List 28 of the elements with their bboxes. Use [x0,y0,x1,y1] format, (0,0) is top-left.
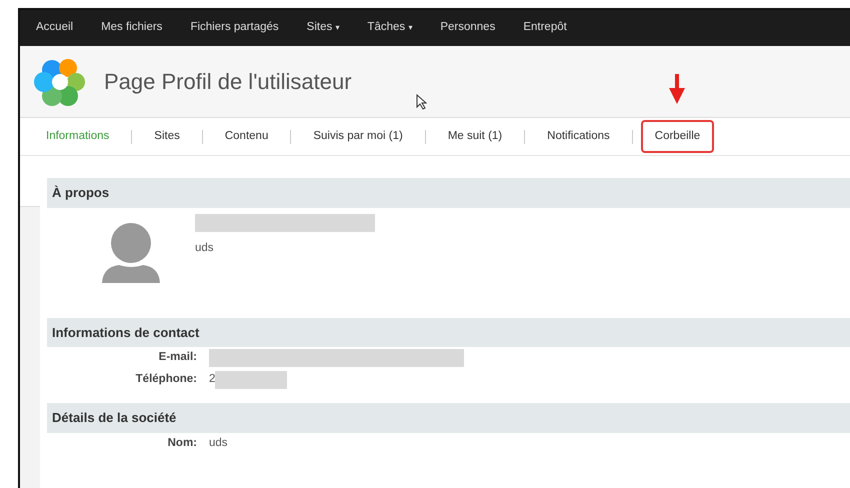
tab[interactable]: Contenu [210,120,282,154]
field-label: E-mail: [158,350,197,366]
nav-link[interactable]: Sites ▾ [306,19,340,37]
tab[interactable]: Informations [32,120,124,154]
field-value: uds [209,436,228,451]
nav-link[interactable]: Tâches ▾ [367,19,412,37]
username: uds [195,240,215,256]
nav-link[interactable]: Entrepôt [523,19,567,37]
section-heading: Informations de contact [47,318,850,347]
section-heading: À propos [47,178,850,208]
nav-link[interactable]: Personnes [440,19,496,37]
tab[interactable]: Sites [140,120,194,154]
nav-link[interactable]: Fichiers partagés [190,19,279,37]
field-label: Téléphone: [134,372,197,388]
field-value: 2 [209,372,216,388]
nav-link[interactable]: Mes fichiers [101,19,162,37]
page-title: Page Profil de l'utilisateur [104,68,352,96]
arrow-icon [668,74,685,104]
avatar-icon [101,222,161,282]
section-heading: Détails de la société [47,403,850,432]
tab[interactable]: Me suit (1) [434,120,516,154]
tab[interactable]: Suivis par moi (1) [299,120,417,154]
caret-icon: ▾ [335,23,340,32]
tab[interactable]: Notifications [533,120,624,154]
caret-icon: ▾ [408,23,412,32]
cursor-icon [416,94,427,110]
nav-link[interactable]: Accueil [36,19,74,37]
field-label: Nom: [166,436,197,451]
